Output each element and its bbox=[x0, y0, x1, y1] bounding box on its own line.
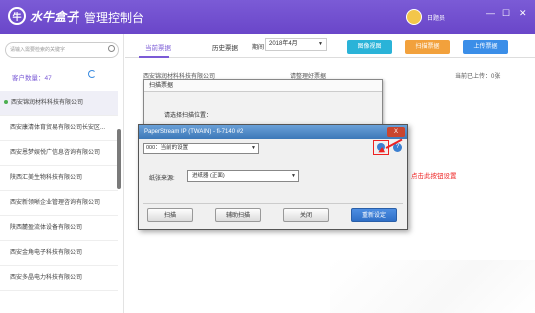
tab-history[interactable]: 历史票据 bbox=[212, 42, 238, 52]
list-item-label: 陕西汇美生物科技有限公司 bbox=[10, 175, 83, 181]
date-value: 2018年4月 bbox=[269, 41, 298, 47]
assist-scan-button[interactable]: 辅助扫描 bbox=[215, 208, 261, 222]
list-item[interactable]: 西安金角电子科技有限公司 bbox=[0, 241, 118, 266]
close-icon[interactable]: ✕ bbox=[519, 8, 527, 19]
twain-title-text: PaperStream IP (TWAIN) - fi-7140 #2 bbox=[144, 129, 244, 135]
chevron-down-icon: ▼ bbox=[291, 173, 296, 179]
list-item-label: 西安锦润材料科技有限公司 bbox=[11, 100, 84, 106]
avatar bbox=[406, 9, 422, 25]
scanner-profile-select[interactable]: 000：当前的设置 ▼ bbox=[143, 143, 259, 154]
minimize-icon[interactable]: — bbox=[486, 8, 495, 18]
search-input[interactable]: 请输入需要检索的关键字 bbox=[5, 42, 119, 58]
row-uploaded: 当前已上传：0张 bbox=[455, 74, 501, 80]
user-name: 日题员 bbox=[427, 15, 446, 22]
twain-scan-button[interactable]: 扫描 bbox=[147, 208, 193, 222]
tab-current[interactable]: 当前票据 bbox=[145, 42, 171, 52]
twain-close-button[interactable]: X bbox=[387, 127, 405, 137]
paper-source-value: 进纸器 (正面) bbox=[192, 173, 225, 179]
list-item-label: 西安新领晰企业管理咨询有限公司 bbox=[10, 200, 101, 206]
customer-count: 客户数量：47 bbox=[12, 75, 52, 82]
date-select[interactable]: 2018年4月 ▼ bbox=[265, 38, 327, 51]
logo-text: 水牛盒子 bbox=[30, 9, 79, 24]
online-dot-icon bbox=[4, 100, 8, 104]
scanner-profile-value: 000：当前的设置 bbox=[146, 145, 189, 151]
twain-dialog: PaperStream IP (TWAIN) - fi-7140 #2 X 00… bbox=[138, 124, 408, 230]
twain-dialog-title: PaperStream IP (TWAIN) - fi-7140 #2 X bbox=[139, 125, 407, 139]
list-item-label: 西安金角电子科技有限公司 bbox=[10, 250, 83, 256]
list-item-label: 西安恩梦娱悦广信息咨询有限公司 bbox=[10, 150, 101, 156]
twain-close-btn[interactable]: 关闭 bbox=[283, 208, 329, 222]
header-divider bbox=[76, 10, 77, 24]
logo: 牛 水牛盒子 bbox=[8, 7, 78, 25]
paper-source-label: 纸张来源: bbox=[149, 176, 175, 182]
chevron-down-icon: ▼ bbox=[251, 145, 256, 151]
list-item-label: 西安多晶电力科技有限公司 bbox=[10, 275, 83, 281]
date-label: 期间 bbox=[252, 45, 265, 51]
sidebar-scrollbar[interactable] bbox=[117, 129, 121, 189]
scan-dialog-text: 请选择扫描位置： bbox=[164, 113, 213, 119]
chevron-down-icon: ▼ bbox=[318, 41, 323, 47]
annotation-text: 点击此按钮设置 bbox=[411, 173, 457, 180]
app-window: 牛 水牛盒子 管理控制台 日题员 — ☐ ✕ 请输入需要检索的关键字 客户数量：… bbox=[0, 0, 535, 313]
list-item[interactable]: 西安多晶电力科技有限公司 bbox=[0, 266, 118, 291]
customer-list: 西安锦润材料科技有限公司 西安康清体育贸易有限公司长安区... 西安恩梦娱悦广信… bbox=[0, 91, 118, 291]
list-item[interactable]: 西安恩梦娱悦广信息咨询有限公司 bbox=[0, 141, 118, 166]
app-title: 管理控制台 bbox=[84, 11, 145, 25]
upload-button[interactable]: 上传票据 bbox=[463, 40, 508, 54]
scan-button[interactable]: 扫描票据 bbox=[405, 40, 450, 54]
customer-sidebar: 请输入需要检索的关键字 客户数量：47 西安锦润材料科技有限公司 西安康清体育贸… bbox=[0, 34, 124, 313]
list-item[interactable]: 陕西汇美生物科技有限公司 bbox=[0, 166, 118, 191]
user-menu[interactable]: 日题员 bbox=[406, 9, 445, 25]
list-item-label: 陕西麓盈流体设备有限公司 bbox=[10, 225, 83, 231]
maximize-icon[interactable]: ☐ bbox=[502, 8, 510, 19]
refresh-icon[interactable] bbox=[88, 70, 96, 78]
list-item[interactable]: 西安新领晰企业管理咨询有限公司 bbox=[0, 191, 118, 216]
logo-icon: 牛 bbox=[8, 7, 26, 25]
header-bar: 牛 水牛盒子 管理控制台 日题员 — ☐ ✕ bbox=[0, 0, 535, 34]
list-item[interactable]: 陕西麓盈流体设备有限公司 bbox=[0, 216, 118, 241]
tab-underline bbox=[139, 56, 169, 58]
scan-dialog-title: 扫描票据 bbox=[144, 80, 382, 92]
image-view-button[interactable]: 图像视图 bbox=[347, 40, 392, 54]
tab-bar: 当前票据 历史票据 期间 2018年4月 ▼ 图像视图 扫描票据 上传票据 bbox=[125, 34, 535, 58]
list-item[interactable]: 西安康清体育贸易有限公司长安区... bbox=[0, 116, 118, 141]
reset-button[interactable]: 重新设定 bbox=[351, 208, 397, 222]
twain-button-bar: 扫描 辅助扫描 关闭 重新设定 bbox=[143, 203, 403, 225]
list-item[interactable]: 西安锦润材料科技有限公司 bbox=[0, 91, 118, 116]
search-icon[interactable] bbox=[108, 45, 115, 52]
list-item-label: 西安康清体育贸易有限公司长安区... bbox=[10, 125, 106, 131]
paper-source-select[interactable]: 进纸器 (正面) ▼ bbox=[187, 170, 299, 182]
help-icon[interactable]: ? bbox=[393, 143, 402, 152]
